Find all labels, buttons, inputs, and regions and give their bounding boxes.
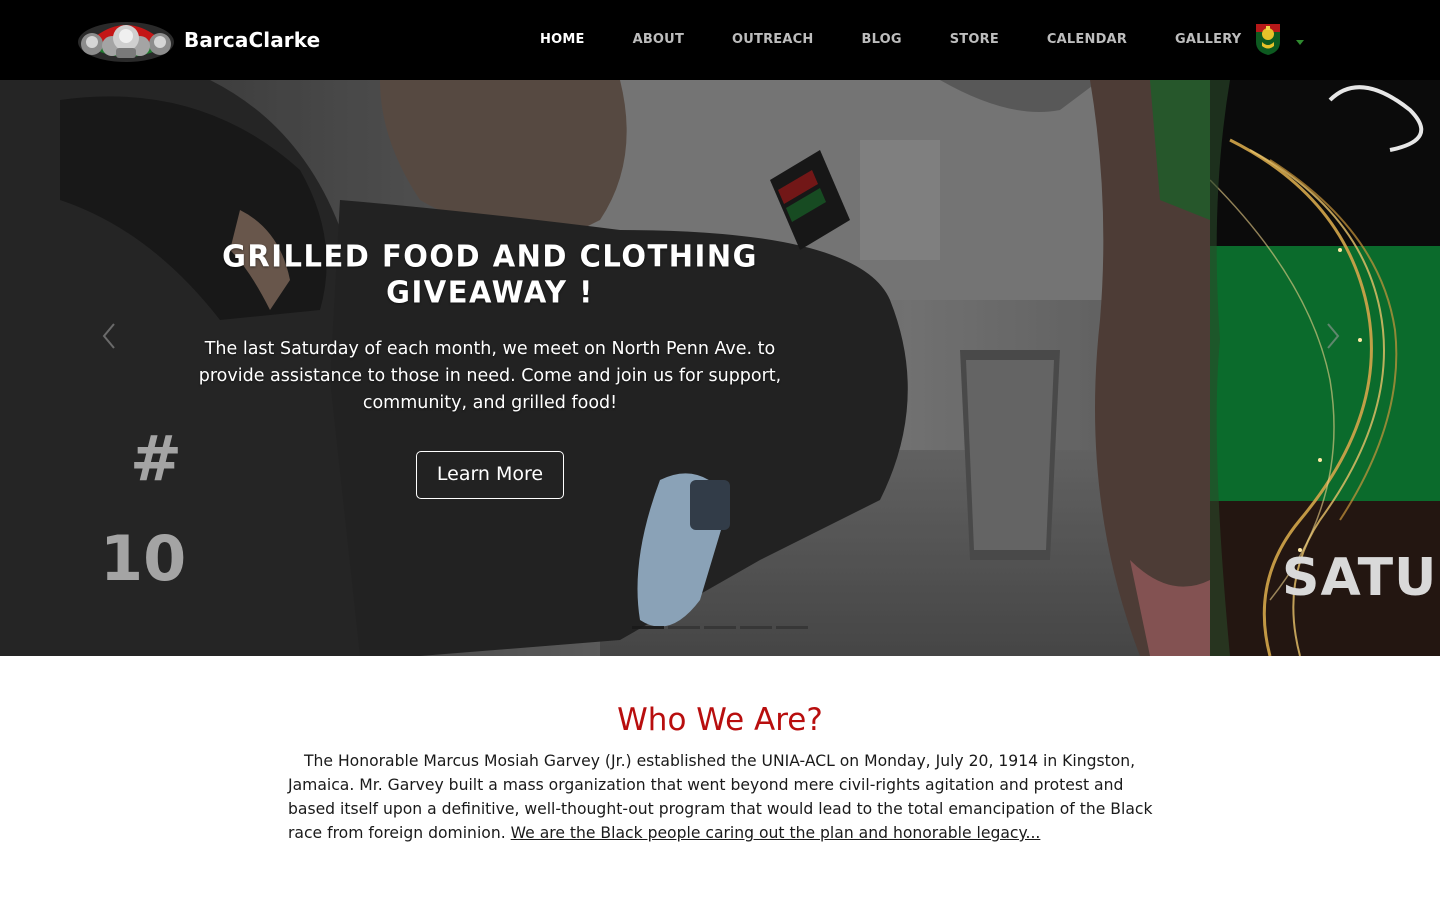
- brand-link[interactable]: BarcaClarke: [74, 14, 320, 66]
- chevron-left-icon[interactable]: [92, 316, 128, 356]
- nav-item-home: HOME: [516, 0, 609, 80]
- who-we-are-heading: Who We Are?: [617, 702, 823, 738]
- nav-link-store[interactable]: STORE: [926, 0, 1023, 80]
- nav-link-outreach[interactable]: OUTREACH: [708, 0, 837, 80]
- slide-caption: Grilled Food and Clothing Giveaway ! The…: [180, 238, 800, 499]
- nav-link-home[interactable]: HOME: [516, 0, 609, 80]
- carousel-indicator-2[interactable]: [668, 626, 700, 629]
- brand-name: BarcaClarke: [184, 28, 321, 52]
- main-nav: HOME ABOUT OUTREACH BLOG STORE CALENDAR …: [516, 0, 1265, 80]
- carousel-indicator-1[interactable]: [632, 626, 664, 629]
- carousel-indicator-3[interactable]: [704, 626, 736, 629]
- nav-link-gallery[interactable]: GALLERY: [1151, 0, 1265, 80]
- carousel-indicator-4[interactable]: [740, 626, 772, 629]
- chevron-right-icon[interactable]: [1316, 316, 1352, 356]
- nav-item-outreach: OUTREACH: [708, 0, 837, 80]
- nav-item-about: ABOUT: [609, 0, 708, 80]
- nav-link-about[interactable]: ABOUT: [609, 0, 708, 80]
- next-slide-text: SATUR: [1282, 548, 1440, 608]
- slide-title: Grilled Food and Clothing Giveaway !: [222, 238, 758, 310]
- account-dropdown-toggle[interactable]: [1252, 18, 1308, 58]
- slide-description: The last Saturday of each month, we meet…: [198, 339, 782, 413]
- learn-more-button[interactable]: Learn More: [416, 451, 564, 499]
- nav-item-blog: BLOG: [837, 0, 925, 80]
- who-we-are-section: Who We Are? The Honorable Marcus Mosiah …: [0, 656, 1440, 900]
- carousel-indicators: [632, 626, 808, 629]
- unia-emblem-icon: [1256, 24, 1280, 55]
- nav-link-calendar[interactable]: CALENDAR: [1023, 0, 1151, 80]
- read-more-link[interactable]: We are the Black people caring out the p…: [511, 824, 1041, 842]
- caret-down-icon: [1296, 39, 1304, 45]
- nav-link-blog[interactable]: BLOG: [837, 0, 925, 80]
- carousel-indicator-5[interactable]: [776, 626, 808, 629]
- nav-item-store: STORE: [926, 0, 1023, 80]
- who-we-are-paragraph: The Honorable Marcus Mosiah Garvey (Jr.)…: [288, 749, 1154, 845]
- navbar: BarcaClarke HOME ABOUT OUTREACH BLOG STO…: [0, 0, 1440, 80]
- nav-item-calendar: CALENDAR: [1023, 0, 1151, 80]
- hero-carousel: # 10 SATUR Grilled Food: [0, 80, 1440, 656]
- portraits-logo-icon: [78, 22, 174, 62]
- nav-item-gallery: GALLERY: [1151, 0, 1265, 80]
- next-slide-preview: SATUR: [1210, 80, 1440, 656]
